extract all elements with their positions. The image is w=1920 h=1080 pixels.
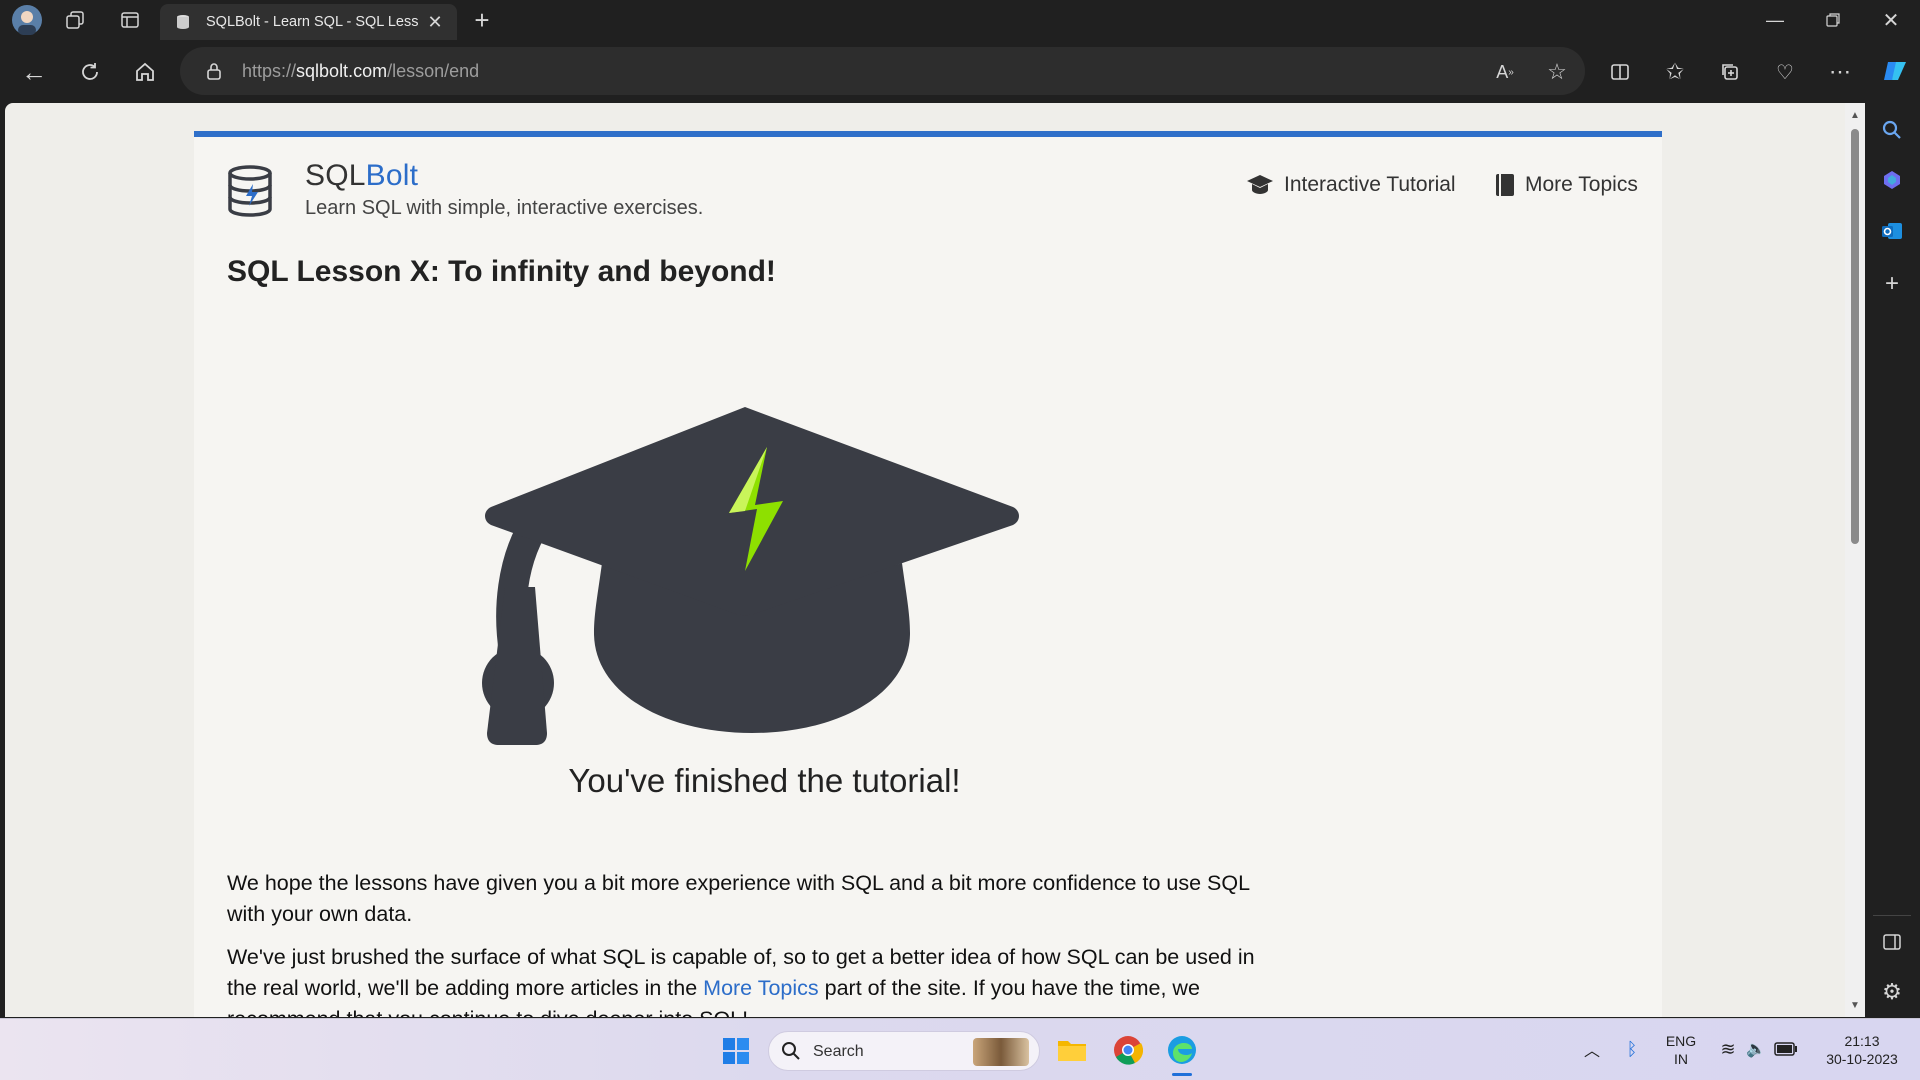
search-icon[interactable] [1878, 116, 1906, 144]
finished-message: You've finished the tutorial! [568, 762, 961, 799]
lang-top: ENG [1665, 1033, 1697, 1049]
url-text[interactable]: https://sqlbolt.com/lesson/end [242, 61, 479, 82]
tab-close-icon[interactable]: ✕ [424, 11, 446, 33]
clock-date: 30-10-2023 [1826, 1051, 1898, 1067]
windows-start-icon[interactable] [720, 1035, 752, 1067]
battery-icon[interactable] [1773, 1037, 1799, 1061]
add-sidebar-app-icon[interactable]: + [1878, 270, 1906, 298]
file-explorer-icon[interactable] [1054, 1033, 1090, 1067]
windows-taskbar: Search ︿ ᛒ ENG IN ≋ 🔈 21:13 30-10-2023 [0, 1018, 1920, 1080]
back-icon[interactable]: ← [20, 57, 48, 87]
more-menu-icon[interactable]: ⋯ [1826, 58, 1854, 86]
profile-avatar[interactable] [12, 5, 42, 35]
address-bar[interactable]: https://sqlbolt.com/lesson/end A» ☆ [180, 47, 1585, 95]
wifi-icon[interactable]: ≋ [1716, 1037, 1740, 1061]
workspaces-icon[interactable] [63, 8, 87, 32]
copilot-icon[interactable] [1878, 54, 1912, 88]
favorites-icon[interactable]: ✩ [1661, 58, 1689, 86]
clock-time: 21:13 [1844, 1033, 1880, 1049]
url-scheme: https:// [242, 61, 297, 81]
book-icon [1496, 174, 1514, 196]
lang-bottom: IN [1674, 1051, 1688, 1067]
active-tab[interactable]: SQLBolt - Learn SQL - SQL Lesson ✕ [160, 4, 457, 40]
split-screen-icon[interactable] [1606, 58, 1634, 86]
brand-bolt: Bolt [365, 159, 419, 192]
lock-icon[interactable] [204, 60, 224, 82]
minimize-icon[interactable]: — [1760, 6, 1790, 34]
clock[interactable]: 21:13 30-10-2023 [1812, 1032, 1912, 1068]
scroll-down-icon[interactable]: ▼ [1847, 997, 1863, 1013]
language-indicator[interactable]: ENG IN [1660, 1032, 1702, 1068]
web-viewport: SQLBolt Learn SQL with simple, interacti… [5, 103, 1845, 1017]
page-scrollbar[interactable]: ▲ ▼ [1845, 103, 1865, 1017]
paragraph-1: We hope the lessons have given you a bit… [227, 871, 1250, 926]
nav-label: Interactive Tutorial [1284, 173, 1456, 196]
show-hidden-icons-icon[interactable]: ︿ [1580, 1037, 1604, 1061]
browser-essentials-icon[interactable]: ♡ [1771, 58, 1799, 86]
more-topics-link[interactable]: More Topics [703, 976, 819, 1000]
url-path: /lesson/end [387, 61, 480, 81]
search-icon [779, 1039, 803, 1063]
title-bar: SQLBolt - Learn SQL - SQL Lesson ✕ + — ✕ [0, 0, 1920, 40]
lesson-title: SQL Lesson X: To infinity and beyond! [227, 255, 776, 288]
graduation-cap-icon [1247, 175, 1273, 194]
copilot-sidebar-icon[interactable] [1878, 166, 1906, 194]
edge-sidebar: + ⚙ [1865, 102, 1920, 1016]
brand-sql: SQL [305, 159, 366, 192]
refresh-icon[interactable] [76, 58, 104, 86]
taskbar-search-box[interactable]: Search [768, 1031, 1040, 1071]
tab-favicon-icon [174, 13, 192, 31]
collections-icon[interactable] [1716, 58, 1744, 86]
settings-gear-icon[interactable]: ⚙ [1878, 978, 1906, 1006]
bluetooth-icon[interactable]: ᛒ [1620, 1037, 1644, 1061]
tab-title: SQLBolt - Learn SQL - SQL Lesson [206, 14, 418, 30]
read-aloud-icon[interactable]: A» [1492, 59, 1518, 85]
paragraph-2: We've just brushed the surface of what S… [227, 942, 1257, 1017]
page-container: SQLBolt Learn SQL with simple, interacti… [194, 131, 1662, 1017]
nav-more-topics[interactable]: More Topics [1495, 173, 1638, 197]
sidebar-divider [1873, 915, 1911, 916]
graduation-cap-illustration [482, 407, 1019, 745]
nav-label: More Topics [1525, 173, 1638, 196]
restore-icon[interactable] [1818, 8, 1848, 32]
home-icon[interactable] [131, 58, 159, 86]
volume-icon[interactable]: 🔈 [1744, 1037, 1768, 1061]
outlook-icon[interactable] [1878, 217, 1906, 245]
vertical-tabs-icon[interactable] [118, 8, 142, 32]
nav-interactive-tutorial[interactable]: Interactive Tutorial [1246, 173, 1456, 197]
taskbar-search-placeholder: Search [813, 1043, 864, 1060]
scroll-up-icon[interactable]: ▲ [1847, 107, 1863, 123]
chrome-icon[interactable] [1110, 1033, 1146, 1067]
url-host: sqlbolt.com [296, 61, 388, 81]
site-tagline: Learn SQL with simple, interactive exerc… [305, 197, 704, 219]
edge-icon[interactable] [1164, 1033, 1200, 1067]
search-highlight-image [973, 1038, 1029, 1066]
hide-sidebar-icon[interactable] [1878, 928, 1906, 956]
close-window-icon[interactable]: ✕ [1876, 6, 1906, 34]
site-brand[interactable]: SQLBolt [305, 159, 418, 193]
active-app-indicator [1172, 1073, 1192, 1076]
browser-toolbar: ← https://sqlbolt.com/lesson/end A» ☆ ✩ … [0, 40, 1920, 102]
sqlbolt-logo-icon[interactable] [225, 163, 275, 219]
scrollbar-thumb[interactable] [1851, 129, 1859, 544]
new-tab-icon[interactable]: + [468, 5, 496, 35]
favorite-star-icon[interactable]: ☆ [1544, 59, 1570, 85]
